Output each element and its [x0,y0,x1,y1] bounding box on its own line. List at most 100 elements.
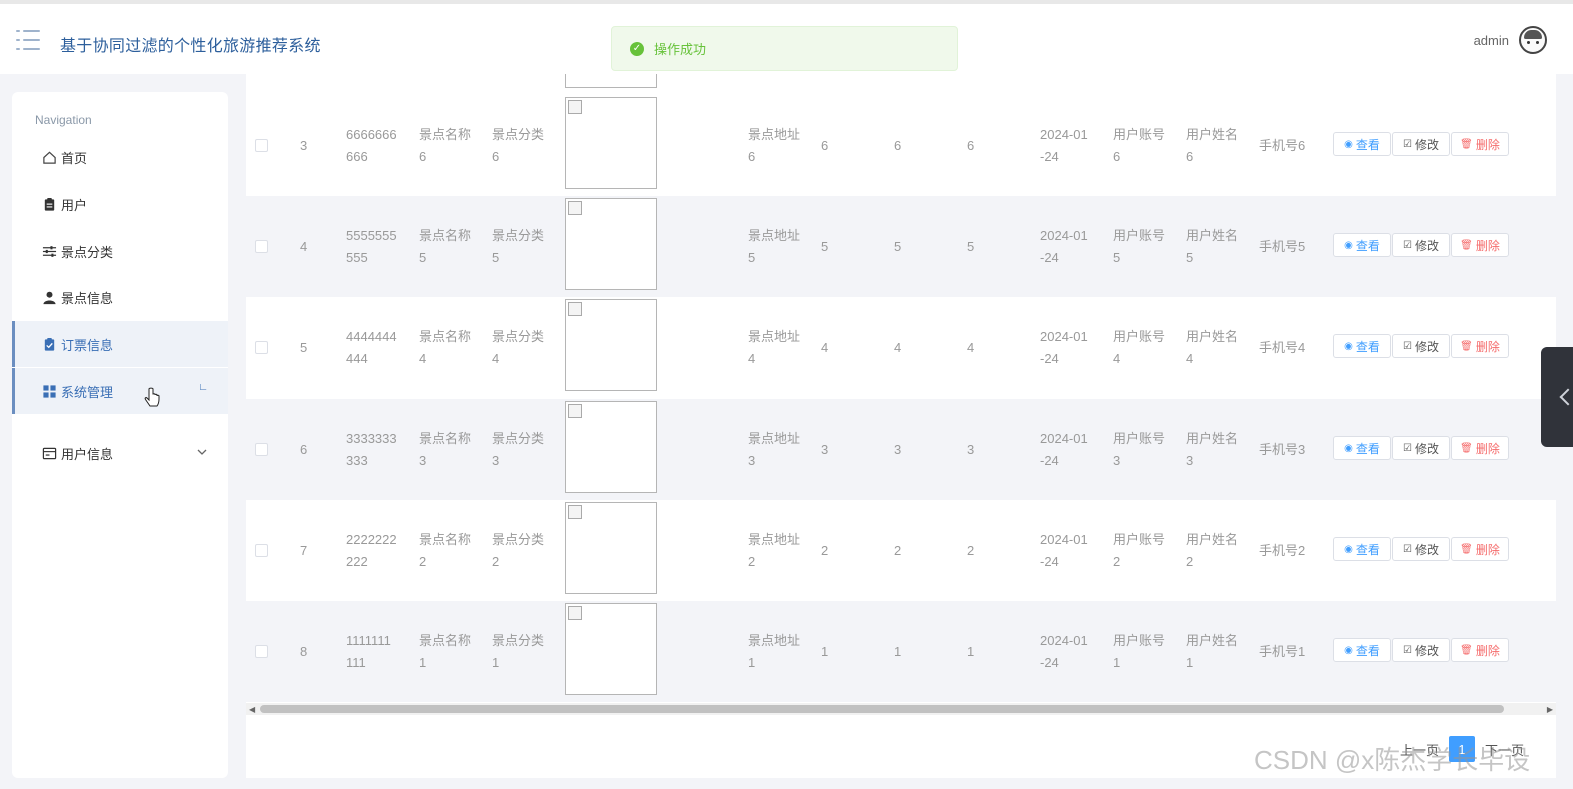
sidebar-item-system-admin[interactable]: 系统管理 ∟ [12,368,228,414]
row-checkbox[interactable] [255,443,268,456]
cell-cat-line2: 6 [492,149,500,164]
sidebar-item-spot-info[interactable]: 景点信息 [12,274,228,320]
cell-index: 8 [300,644,308,659]
cell-v1: 4 [821,340,829,355]
cell-index: 3 [300,138,308,153]
view-button[interactable]: ◉ 查看 [1333,132,1391,156]
view-button[interactable]: ◉ 查看 [1333,233,1391,257]
eye-icon: ◉ [1344,340,1353,352]
broken-image-icon [568,606,582,620]
cell-index: 6 [300,442,308,457]
table-row: 7 2222222 222 景点名称 2 景点分类 2 景点地址 2 2 2 2 2024-01 -24 用… [246,500,1556,601]
cell-name-line1: 景点名称 [419,633,472,648]
view-button-label: 查看 [1355,137,1380,152]
scroll-left-icon[interactable]: ◀ [249,705,255,714]
delete-button[interactable]: 🗑 删除 [1451,436,1509,460]
view-button[interactable]: ◉ 查看 [1333,436,1391,460]
spot-image [565,502,657,594]
cell-id: 1111111 111 [346,630,391,674]
user-menu[interactable]: admin [1474,26,1547,54]
view-button[interactable]: ◉ 查看 [1333,537,1391,561]
cell-name-line2: 5 [419,250,427,265]
clipboard-icon [41,196,57,212]
cell-uname-line1: 用户姓名 [1186,431,1239,446]
trash-icon: 🗑 [1460,138,1473,150]
sidebar-item-label: 景点信息 [61,290,114,306]
cell-date: 2024-01 -24 [1040,630,1088,674]
row-checkbox[interactable] [255,240,268,253]
cell-id-line2: 555 [346,250,368,265]
horizontal-scrollbar[interactable]: ◀ ▶ [246,703,1556,715]
sidebar-item-user-info[interactable]: 用户信息 [12,430,228,476]
menu-toggle-icon[interactable] [16,30,40,50]
drawer-toggle-button[interactable] [1541,347,1573,447]
cell-name-line1: 景点名称 [419,329,472,344]
view-button-label: 查看 [1355,441,1380,456]
edit-button[interactable]: ☑ 修改 [1392,132,1450,156]
cell-name-line2: 4 [419,351,427,366]
edit-button[interactable]: ☑ 修改 [1392,233,1450,257]
cell-uname-line2: 2 [1186,554,1194,569]
cell-name: 景点名称 1 [419,630,471,674]
delete-button[interactable]: 🗑 删除 [1451,537,1509,561]
sidebar-item-spot-category[interactable]: 景点分类 [12,228,228,274]
broken-image-icon [568,505,582,519]
top-bar: 基于协同过滤的个性化旅游推荐系统 ✓ 操作成功 admin [0,0,1573,74]
cell-addr-line2: 5 [748,250,756,265]
avatar[interactable] [1519,26,1547,54]
watermark: CSDN @x陈杰学长毕设 [1254,745,1531,775]
cell-acct-line2: 2 [1113,554,1121,569]
cell-id-line2: 444 [346,351,368,366]
person-icon [41,289,57,305]
delete-button[interactable]: 🗑 删除 [1451,334,1509,358]
delete-button[interactable]: 🗑 删除 [1451,132,1509,156]
cell-acct-line1: 用户账号 [1113,228,1166,243]
cell-addr-line2: 2 [748,554,756,569]
cell-acct-line2: 6 [1113,149,1121,164]
edit-button[interactable]: ☑ 修改 [1392,436,1450,460]
cell-cat-line2: 5 [492,250,500,265]
cell-id-line2: 111 [346,655,366,670]
cell-cat-line1: 景点分类 [492,431,545,446]
row-checkbox[interactable] [255,139,268,152]
row-checkbox[interactable] [255,544,268,557]
sidebar-item-ticket-info[interactable]: 订票信息 [12,321,228,367]
edit-button[interactable]: ☑ 修改 [1392,638,1450,662]
cell-uname: 用户姓名 1 [1186,630,1238,674]
cell-date: 2024-01 -24 [1040,428,1088,472]
chevron-down-icon[interactable] [196,446,208,458]
clipboard-check-icon [41,336,57,352]
sidebar-item-label: 首页 [61,150,88,166]
edit-icon: ☑ [1403,138,1412,150]
edit-icon: ☑ [1403,644,1412,656]
cell-cat-line2: 1 [492,655,500,670]
cell-addr: 景点地址 2 [748,529,800,573]
cell-phone: 手机号2 [1259,543,1306,558]
sidebar-item-label: 订票信息 [61,337,114,353]
edit-button[interactable]: ☑ 修改 [1392,334,1450,358]
row-checkbox[interactable] [255,645,268,658]
cell-acct-line1: 用户账号 [1113,633,1166,648]
pointer-cursor-icon [144,387,160,407]
delete-button-label: 删除 [1475,137,1500,152]
row-checkbox[interactable] [255,341,268,354]
delete-button[interactable]: 🗑 删除 [1451,233,1509,257]
scroll-right-icon[interactable]: ▶ [1547,705,1553,714]
cell-v3: 1 [967,644,975,659]
view-button[interactable]: ◉ 查看 [1333,638,1391,662]
sidebar-item-user[interactable]: 用户 [12,181,228,227]
edit-button[interactable]: ☑ 修改 [1392,537,1450,561]
view-button[interactable]: ◉ 查看 [1333,334,1391,358]
cell-id: 6666666 666 [346,124,397,168]
broken-image-icon [568,201,582,215]
view-button-label: 查看 [1355,339,1380,354]
cell-phone: 手机号4 [1259,340,1306,355]
sidebar-item-home[interactable]: 首页 [12,134,228,180]
cell-addr: 景点地址 1 [748,630,800,674]
cell-cat: 景点分类 3 [492,428,544,472]
username: admin [1473,32,1509,48]
scrollbar-thumb[interactable] [260,705,1504,713]
delete-button[interactable]: 🗑 删除 [1451,638,1509,662]
cell-v3: 4 [967,340,975,355]
spot-image [565,198,657,290]
